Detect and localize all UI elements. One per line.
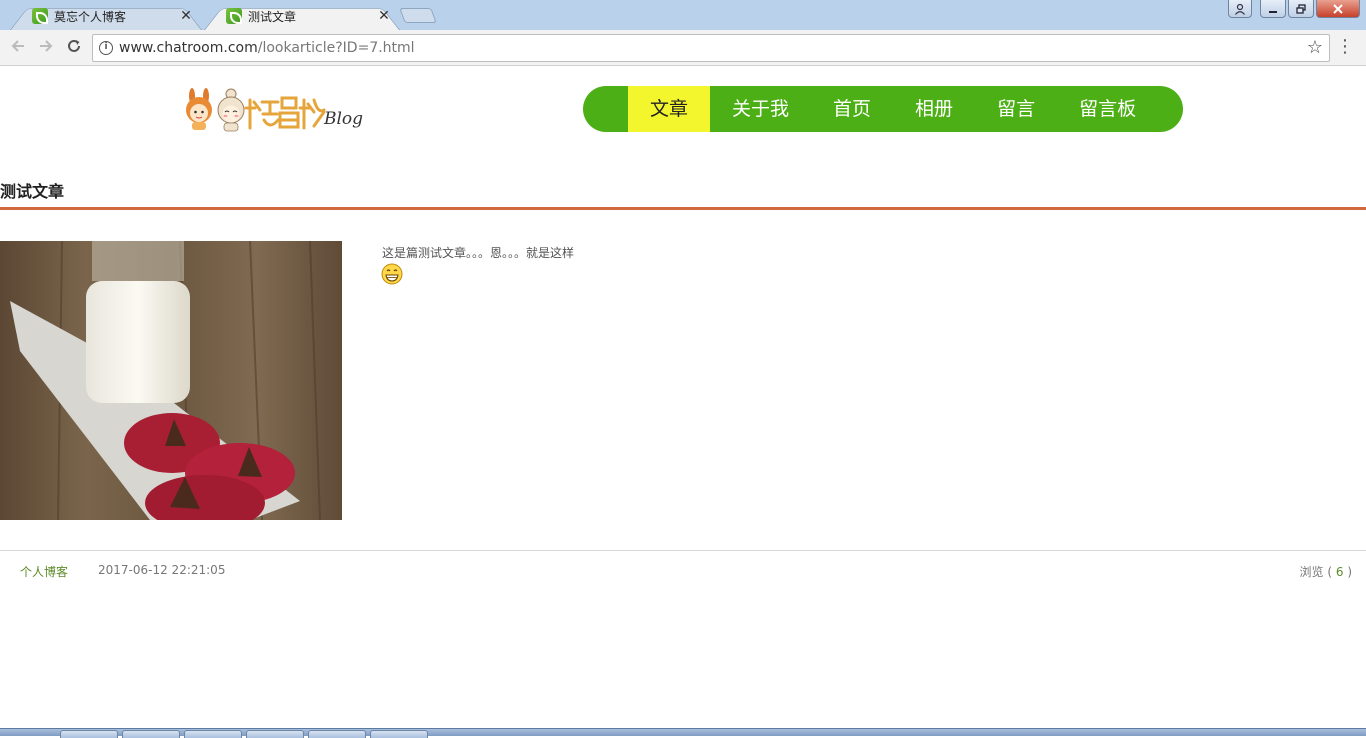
title-divider bbox=[0, 207, 1366, 210]
site-favicon bbox=[32, 8, 48, 24]
close-icon[interactable]: ✕ bbox=[178, 8, 194, 24]
page-content: Blog 文章 关于我 首页 相册 留言 留言板 测试文章 这是篇测试文章。。。… bbox=[0, 66, 1366, 728]
taskbar-button[interactable] bbox=[308, 730, 366, 738]
nav-item-album[interactable]: 相册 bbox=[893, 86, 975, 132]
main-nav: 文章 关于我 首页 相册 留言 留言板 bbox=[583, 86, 1183, 132]
minimize-icon[interactable] bbox=[1260, 0, 1286, 18]
browser-tab-2[interactable]: 测试文章 ✕ bbox=[204, 2, 400, 30]
taskbar-button[interactable] bbox=[246, 730, 304, 738]
new-tab-button[interactable] bbox=[399, 8, 437, 23]
article-footer-divider bbox=[0, 550, 1366, 551]
address-url: www.chatroom.com/lookarticle?ID=7.html bbox=[119, 40, 415, 56]
taskbar-button[interactable] bbox=[122, 730, 180, 738]
article-body: 这是篇测试文章。。。恩。。。就是这样 bbox=[382, 246, 575, 260]
views-label: 浏览 ( bbox=[1299, 565, 1333, 579]
nav-item-about[interactable]: 关于我 bbox=[710, 86, 811, 132]
nav-item-articles[interactable]: 文章 bbox=[628, 86, 711, 132]
taskbar-button[interactable] bbox=[370, 730, 428, 738]
window-close-icon[interactable] bbox=[1316, 0, 1360, 18]
grinning-emoji-icon bbox=[381, 263, 403, 285]
info-icon[interactable]: i bbox=[99, 41, 113, 55]
os-taskbar bbox=[0, 728, 1366, 738]
article-views: 浏览 ( 6 ) bbox=[1300, 563, 1352, 580]
close-icon[interactable]: ✕ bbox=[376, 8, 392, 24]
taskbar-button[interactable] bbox=[60, 730, 118, 738]
views-label-close: ) bbox=[1347, 565, 1352, 579]
bookmark-star-icon[interactable]: ☆ bbox=[1307, 37, 1323, 58]
views-count: 6 bbox=[1335, 565, 1344, 579]
browser-titlebar: 莫忘个人博客 ✕ 测试文章 ✕ bbox=[0, 0, 1366, 30]
taskbar-button[interactable] bbox=[184, 730, 242, 738]
article-date: 2017-06-12 22:21:05 bbox=[98, 563, 226, 577]
site-logo[interactable]: Blog bbox=[184, 86, 364, 134]
article-category-link[interactable]: 个人博客 bbox=[20, 563, 68, 580]
forward-icon[interactable] bbox=[36, 38, 56, 58]
url-host: www.chatroom.com bbox=[119, 40, 258, 56]
browser-tab-1[interactable]: 莫忘个人博客 ✕ bbox=[10, 2, 202, 30]
url-path: /lookarticle?ID=7.html bbox=[257, 40, 415, 56]
article-title: 测试文章 bbox=[0, 182, 65, 201]
nav-item-message[interactable]: 留言 bbox=[975, 86, 1057, 132]
nav-item-home[interactable]: 首页 bbox=[811, 86, 893, 132]
tab-title: 莫忘个人博客 bbox=[54, 9, 127, 24]
reload-icon[interactable] bbox=[64, 38, 84, 58]
browser-toolbar: i www.chatroom.com/lookarticle?ID=7.html… bbox=[0, 30, 1366, 66]
back-icon[interactable] bbox=[8, 38, 28, 58]
user-profile-icon[interactable] bbox=[1228, 0, 1252, 18]
article-image bbox=[0, 241, 342, 520]
svg-text:Blog: Blog bbox=[323, 109, 363, 129]
tab-title: 测试文章 bbox=[248, 9, 297, 24]
window-controls bbox=[1228, 0, 1360, 19]
site-favicon bbox=[226, 8, 242, 24]
address-bar[interactable]: i www.chatroom.com/lookarticle?ID=7.html… bbox=[92, 34, 1330, 62]
menu-dots-icon[interactable]: ⋮ bbox=[1336, 38, 1354, 56]
nav-item-guestbook[interactable]: 留言板 bbox=[1057, 86, 1158, 132]
restore-icon[interactable] bbox=[1288, 0, 1314, 18]
